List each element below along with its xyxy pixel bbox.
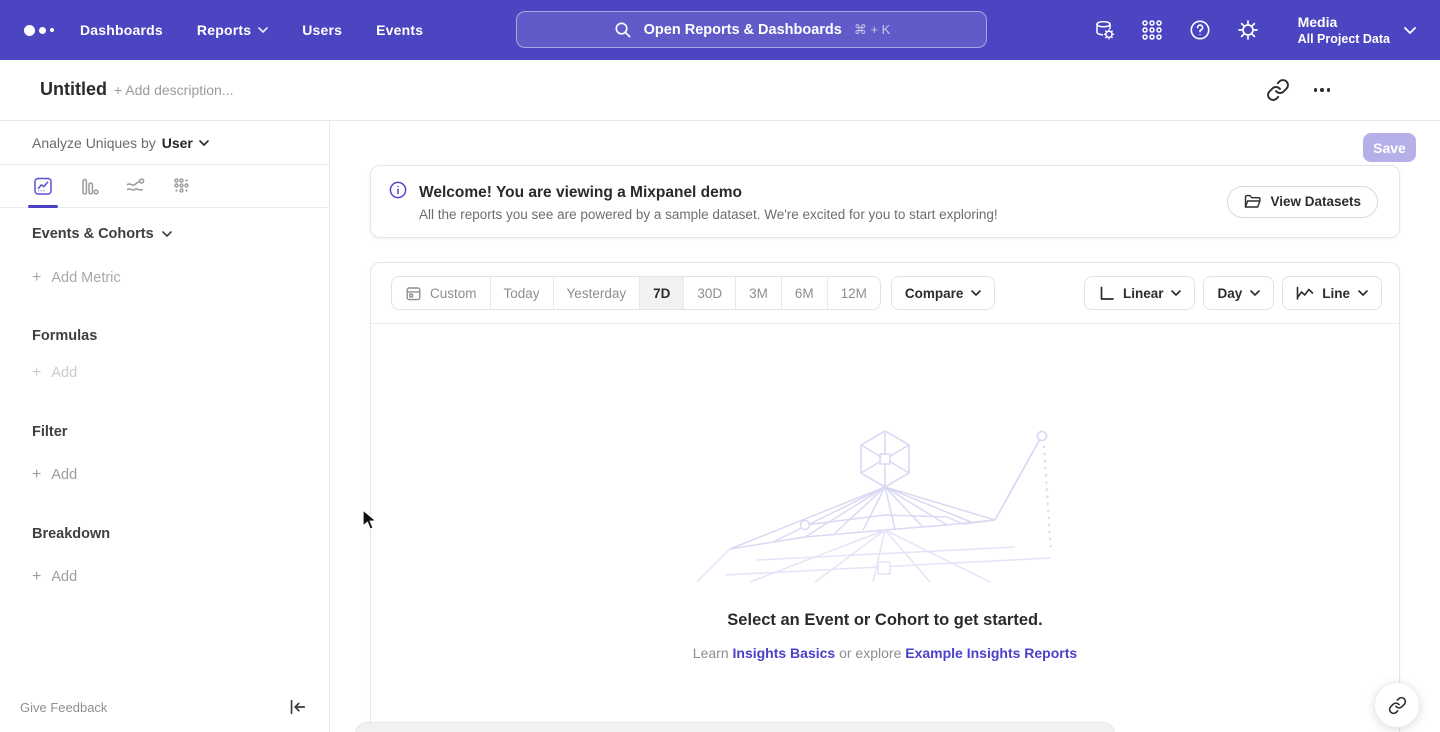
search-shortcut: ⌘ + K xyxy=(854,22,891,38)
chevron-down-icon xyxy=(1404,27,1416,34)
date-range-7d[interactable]: 7D xyxy=(640,277,684,309)
add-filter-button[interactable]: + Add xyxy=(32,466,77,484)
plus-icon: + xyxy=(32,466,41,484)
insights-basics-link[interactable]: Insights Basics xyxy=(733,645,836,661)
plus-icon: + xyxy=(32,269,41,287)
chart-controls: Custom Today Yesterday 7D 30D 3M 6M 12M … xyxy=(371,263,1399,324)
query-builder-sidebar: Analyze Uniques by User xyxy=(0,121,330,732)
flows-icon xyxy=(124,175,146,197)
tab-flows[interactable] xyxy=(124,172,146,200)
banner-text: Welcome! You are viewing a Mixpanel demo… xyxy=(419,182,1227,222)
more-options-icon[interactable] xyxy=(1310,78,1334,102)
report-title[interactable]: Untitled xyxy=(40,79,107,100)
data-management-icon[interactable] xyxy=(1092,18,1116,42)
info-icon xyxy=(389,181,407,199)
view-datasets-button[interactable]: View Datasets xyxy=(1227,186,1378,218)
calendar-icon xyxy=(405,285,422,302)
chevron-down-icon xyxy=(199,140,209,146)
add-metric-button[interactable]: + Add Metric xyxy=(32,269,121,287)
chevron-down-icon xyxy=(971,290,981,296)
give-feedback-link[interactable]: Give Feedback xyxy=(20,700,107,715)
help-icon[interactable] xyxy=(1188,18,1212,42)
formulas-heading: Formulas xyxy=(32,328,97,344)
empty-state: Select an Event or Cohort to get started… xyxy=(371,325,1399,661)
empty-state-illustration xyxy=(695,425,1075,583)
line-chart-icon xyxy=(1296,286,1314,301)
example-insights-reports-link[interactable]: Example Insights Reports xyxy=(905,645,1077,661)
share-link-button[interactable] xyxy=(1374,682,1420,728)
interval-selector[interactable]: Day xyxy=(1203,276,1274,310)
search-placeholder: Open Reports & Dashboards xyxy=(644,22,842,38)
chevron-down-icon xyxy=(1171,290,1181,296)
results-tray-handle[interactable] xyxy=(355,722,1115,732)
report-header: Untitled + Add description... Save xyxy=(0,60,1440,121)
plus-icon: + xyxy=(32,568,41,586)
date-range-12m[interactable]: 12M xyxy=(828,277,880,309)
report-description-placeholder[interactable]: + Add description... xyxy=(114,82,233,98)
line-chart-icon xyxy=(32,175,54,197)
chevron-down-icon xyxy=(1358,290,1368,296)
chevron-down-icon xyxy=(258,27,268,33)
analyze-by-selector[interactable]: User xyxy=(162,135,209,151)
chevron-down-icon xyxy=(162,231,172,237)
date-range-custom[interactable]: Custom xyxy=(392,277,491,309)
plus-icon: + xyxy=(32,364,41,382)
project-scope: All Project Data xyxy=(1298,31,1390,47)
tab-metrics[interactable] xyxy=(170,172,192,200)
save-button[interactable]: Save xyxy=(1363,133,1416,162)
mixpanel-logo[interactable] xyxy=(24,0,54,60)
project-name: Media xyxy=(1298,14,1390,31)
date-range-yesterday[interactable]: Yesterday xyxy=(554,277,641,309)
settings-gear-icon[interactable] xyxy=(1236,18,1260,42)
apps-grid-icon[interactable] xyxy=(1140,18,1164,42)
chevron-down-icon xyxy=(1250,290,1260,296)
app-window: Dashboards Reports Users Events Open Rep… xyxy=(0,0,1440,732)
copy-link-icon[interactable] xyxy=(1266,78,1290,102)
nav-right-cluster: Media All Project Data xyxy=(1092,0,1440,60)
tab-bar-chart[interactable] xyxy=(78,172,100,200)
banner-subtitle: All the reports you see are powered by a… xyxy=(419,207,1227,222)
filter-heading: Filter xyxy=(32,424,67,440)
date-range-3m[interactable]: 3M xyxy=(736,277,782,309)
date-range-group: Custom Today Yesterday 7D 30D 3M 6M 12M xyxy=(391,276,881,310)
breakdown-heading: Breakdown xyxy=(32,526,110,542)
compare-button[interactable]: Compare xyxy=(891,276,996,310)
metrics-grid-icon xyxy=(170,175,192,197)
analyze-row: Analyze Uniques by User xyxy=(0,121,329,165)
empty-state-title: Select an Event or Cohort to get started… xyxy=(371,611,1399,630)
project-switcher[interactable]: Media All Project Data xyxy=(1298,14,1416,47)
nav-reports[interactable]: Reports xyxy=(197,22,268,38)
chart-type-selector[interactable]: Line xyxy=(1282,276,1382,310)
search-icon xyxy=(613,20,632,39)
date-range-30d[interactable]: 30D xyxy=(684,277,736,309)
events-cohorts-section[interactable]: Events & Cohorts xyxy=(32,226,172,242)
linear-axes-icon xyxy=(1098,285,1115,302)
add-breakdown-button[interactable]: + Add xyxy=(32,568,77,586)
chart-type-tabs xyxy=(0,165,329,208)
date-range-today[interactable]: Today xyxy=(491,277,554,309)
tab-insights-line-chart[interactable] xyxy=(32,172,54,200)
chart-display-controls: Linear Day Line xyxy=(1084,276,1382,310)
report-card: Custom Today Yesterday 7D 30D 3M 6M 12M … xyxy=(370,262,1400,732)
nav-events[interactable]: Events xyxy=(376,22,423,38)
sidebar-footer: Give Feedback xyxy=(0,690,329,732)
add-formula-button[interactable]: + Add xyxy=(32,364,77,382)
date-range-6m[interactable]: 6M xyxy=(782,277,828,309)
welcome-banner: Welcome! You are viewing a Mixpanel demo… xyxy=(370,165,1400,238)
folder-icon xyxy=(1244,194,1261,209)
link-icon xyxy=(1388,696,1407,715)
analyze-label: Analyze Uniques by xyxy=(32,135,156,151)
banner-title: Welcome! You are viewing a Mixpanel demo xyxy=(419,184,1227,202)
scale-selector[interactable]: Linear xyxy=(1084,276,1196,310)
nav-users[interactable]: Users xyxy=(302,22,342,38)
nav-dashboards[interactable]: Dashboards xyxy=(80,22,163,38)
top-nav: Dashboards Reports Users Events Open Rep… xyxy=(0,0,1440,60)
empty-state-subtitle: Learn Insights Basics or explore Example… xyxy=(371,645,1399,661)
primary-nav: Dashboards Reports Users Events xyxy=(80,0,423,60)
bar-chart-icon xyxy=(78,175,100,197)
collapse-sidebar-icon[interactable] xyxy=(287,697,307,717)
global-search-input[interactable]: Open Reports & Dashboards ⌘ + K xyxy=(516,11,987,48)
